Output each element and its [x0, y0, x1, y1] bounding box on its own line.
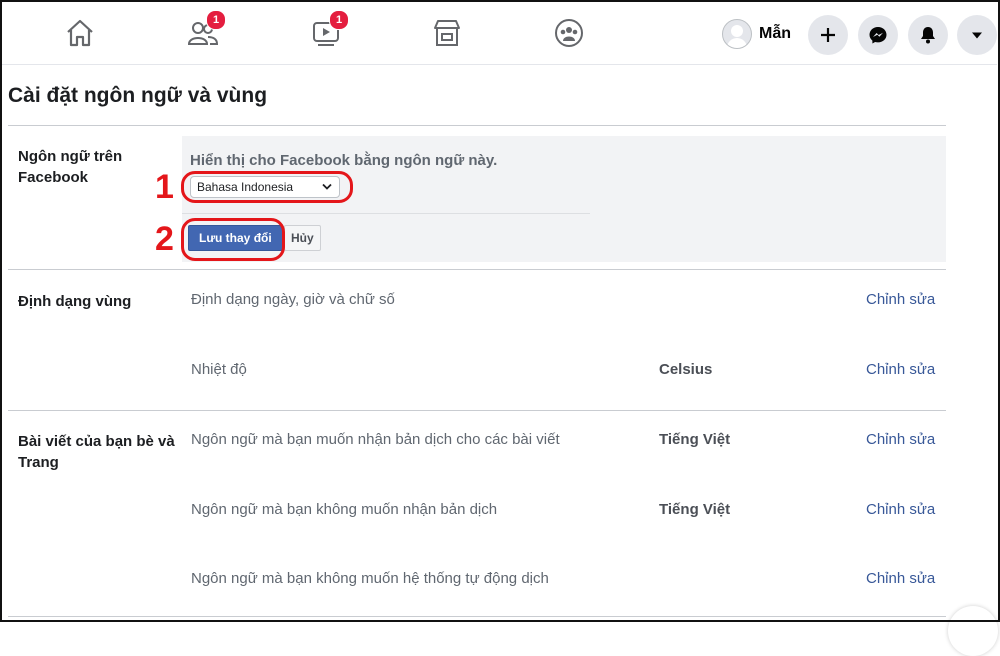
watch-notification-badge: 1 [329, 10, 349, 30]
friends-notification-badge: 1 [206, 10, 226, 30]
messenger-icon [869, 27, 887, 44]
plus-icon [821, 28, 835, 42]
annotation-number-1: 1 [155, 168, 174, 206]
language-description: Hiển thị cho Facebook bằng ngôn ngữ này. [190, 152, 498, 169]
friends-icon[interactable]: 1 [186, 10, 226, 50]
annotation-ring-select [181, 171, 353, 203]
panel-divider [182, 213, 590, 214]
groups-icon[interactable] [552, 16, 586, 50]
edit-translate-language-link[interactable]: Chỉnh sửa [866, 431, 935, 448]
bell-icon [921, 27, 935, 44]
edit-temperature-link[interactable]: Chỉnh sửa [866, 361, 935, 378]
annotation-number-2: 2 [155, 220, 174, 258]
top-navigation-bar: 1 1 Mẫn [2, 2, 997, 65]
no-auto-translate-label: Ngôn ngữ mà bạn không muốn hệ thống tự đ… [191, 570, 549, 587]
divider [8, 616, 946, 617]
edit-date-format-link[interactable]: Chỉnh sửa [866, 291, 935, 308]
language-section-label: Ngôn ngữ trên Facebook [18, 148, 123, 186]
posts-section-label: Bài viết của bạn bè và Trang [18, 433, 175, 471]
no-translate-language-value: Tiếng Việt [659, 501, 731, 518]
avatar [722, 19, 752, 49]
watch-icon[interactable]: 1 [309, 10, 349, 50]
translate-language-value: Tiếng Việt [659, 431, 731, 448]
profile-name: Mẫn [759, 25, 791, 42]
cancel-button[interactable]: Hủy [284, 225, 321, 251]
floating-chat-button[interactable] [948, 606, 998, 656]
temperature-label: Nhiệt độ [191, 361, 247, 378]
temperature-value: Celsius [659, 361, 713, 378]
edit-no-translate-language-link[interactable]: Chỉnh sửa [866, 501, 935, 518]
no-translate-language-label: Ngôn ngữ mà bạn không muốn nhận bản dịch [191, 501, 498, 518]
edit-no-auto-translate-link[interactable]: Chỉnh sửa [866, 570, 935, 587]
notifications-button[interactable] [908, 15, 948, 55]
divider [8, 125, 946, 126]
divider [8, 269, 946, 270]
caret-down-icon [972, 32, 982, 39]
create-button[interactable] [808, 15, 848, 55]
messenger-button[interactable] [858, 15, 898, 55]
profile-shortcut[interactable]: Mẫn [722, 18, 791, 50]
divider [8, 410, 946, 411]
date-time-format-label: Định dạng ngày, giờ và chữ số [191, 291, 395, 308]
marketplace-icon[interactable] [430, 16, 464, 50]
translate-language-label: Ngôn ngữ mà bạn muốn nhận bản dịch cho c… [191, 431, 560, 448]
page-title: Cài đặt ngôn ngữ và vùng [8, 84, 268, 107]
region-section-label: Định dạng vùng [18, 293, 132, 310]
annotation-ring-save [181, 218, 285, 261]
home-icon[interactable] [63, 16, 97, 50]
account-menu-button[interactable] [957, 15, 997, 55]
